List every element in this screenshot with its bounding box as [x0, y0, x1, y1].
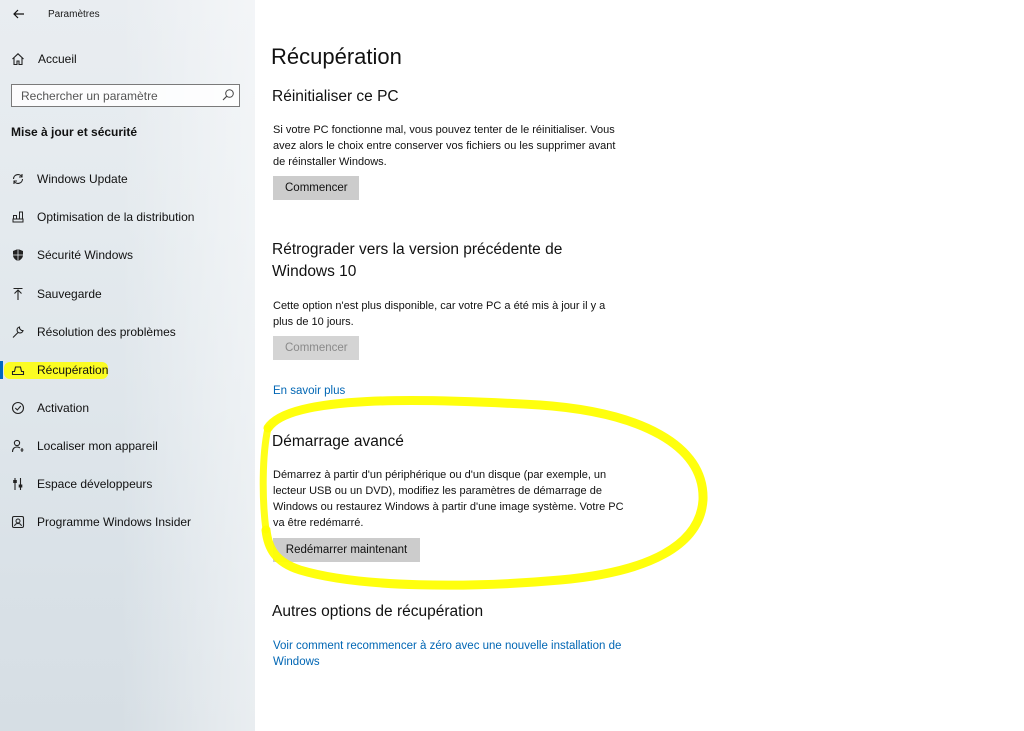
search-box	[11, 84, 240, 107]
sidebar-item-activation[interactable]: Activation	[0, 395, 250, 421]
advanced-startup-description: Démarrez à partir d'un périphérique ou d…	[273, 469, 624, 529]
home-icon	[10, 51, 26, 67]
sidebar-item-backup[interactable]: Sauvegarde	[0, 281, 250, 307]
person-pin-icon	[10, 438, 26, 454]
section-title: Mise à jour et sécurité	[11, 125, 138, 139]
sidebar-item-find-device[interactable]: Localiser mon appareil	[0, 433, 250, 459]
wrench-icon	[10, 324, 26, 340]
reset-heading: Réinitialiser ce PC	[272, 88, 399, 105]
sidebar-item-label: Sécurité Windows	[37, 248, 134, 262]
rollback-start-button[interactable]: Commencer	[273, 336, 359, 360]
page-title: Récupération	[271, 44, 402, 69]
back-button[interactable]	[8, 4, 30, 24]
other-options-heading: Autres options de récupération	[272, 603, 484, 620]
reset-description: Si votre PC fonctionne mal, vous pouvez …	[273, 124, 616, 168]
reset-start-button[interactable]: Commencer	[273, 176, 359, 200]
sidebar: Paramètres Accueil Mise à jour et sécuri…	[0, 0, 255, 731]
app-title: Paramètres	[48, 9, 100, 20]
title-bar: Paramètres	[0, 0, 255, 30]
sidebar-item-windows-update[interactable]: Windows Update	[0, 166, 250, 192]
restart-now-button[interactable]: Redémarrer maintenant	[273, 538, 420, 562]
sidebar-item-label: Programme Windows Insider	[37, 515, 192, 529]
sync-icon	[10, 171, 26, 187]
sidebar-item-developers[interactable]: Espace développeurs	[0, 471, 250, 497]
delivery-icon	[10, 209, 26, 225]
sidebar-item-delivery-optimization[interactable]: Optimisation de la distribution	[0, 204, 250, 230]
fresh-start-link[interactable]: Voir comment recommencer à zéro avec une…	[273, 638, 633, 670]
shield-icon	[10, 247, 26, 263]
sidebar-item-label: Activation	[37, 401, 90, 415]
sidebar-item-insider[interactable]: Programme Windows Insider	[0, 509, 250, 535]
sidebar-item-label: Récupération	[37, 363, 109, 377]
search-input[interactable]	[12, 85, 221, 106]
rollback-heading: Rétrograder vers la version précédente d…	[272, 241, 563, 280]
recovery-icon	[10, 362, 26, 378]
sidebar-item-label: Windows Update	[37, 172, 128, 186]
arrow-left-icon	[13, 9, 24, 19]
check-circle-icon	[10, 400, 26, 416]
sidebar-item-label: Résolution des problèmes	[37, 325, 176, 339]
search-icon[interactable]	[221, 88, 235, 102]
sidebar-item-label: Espace développeurs	[37, 477, 153, 491]
sidebar-item-label: Localiser mon appareil	[37, 439, 158, 453]
insider-icon	[10, 514, 26, 530]
sliders-icon	[10, 476, 26, 492]
upload-icon	[10, 286, 26, 302]
learn-more-link[interactable]: En savoir plus	[273, 383, 345, 399]
sidebar-item-windows-security[interactable]: Sécurité Windows	[0, 242, 250, 268]
rollback-description: Cette option n'est plus disponible, car …	[273, 300, 606, 328]
sidebar-item-label: Sauvegarde	[37, 287, 102, 301]
sidebar-item-recovery[interactable]: Récupération	[0, 357, 250, 383]
advanced-startup-heading: Démarrage avancé	[272, 433, 404, 450]
sidebar-item-troubleshoot[interactable]: Résolution des problèmes	[0, 319, 250, 345]
sidebar-item-label: Optimisation de la distribution	[37, 210, 195, 224]
main-content: Récupération Réinitialiser ce PC Si votr…	[255, 0, 1024, 731]
active-indicator	[0, 361, 3, 379]
sidebar-item-home[interactable]: Accueil	[0, 46, 250, 72]
sidebar-home-label: Accueil	[38, 52, 77, 66]
